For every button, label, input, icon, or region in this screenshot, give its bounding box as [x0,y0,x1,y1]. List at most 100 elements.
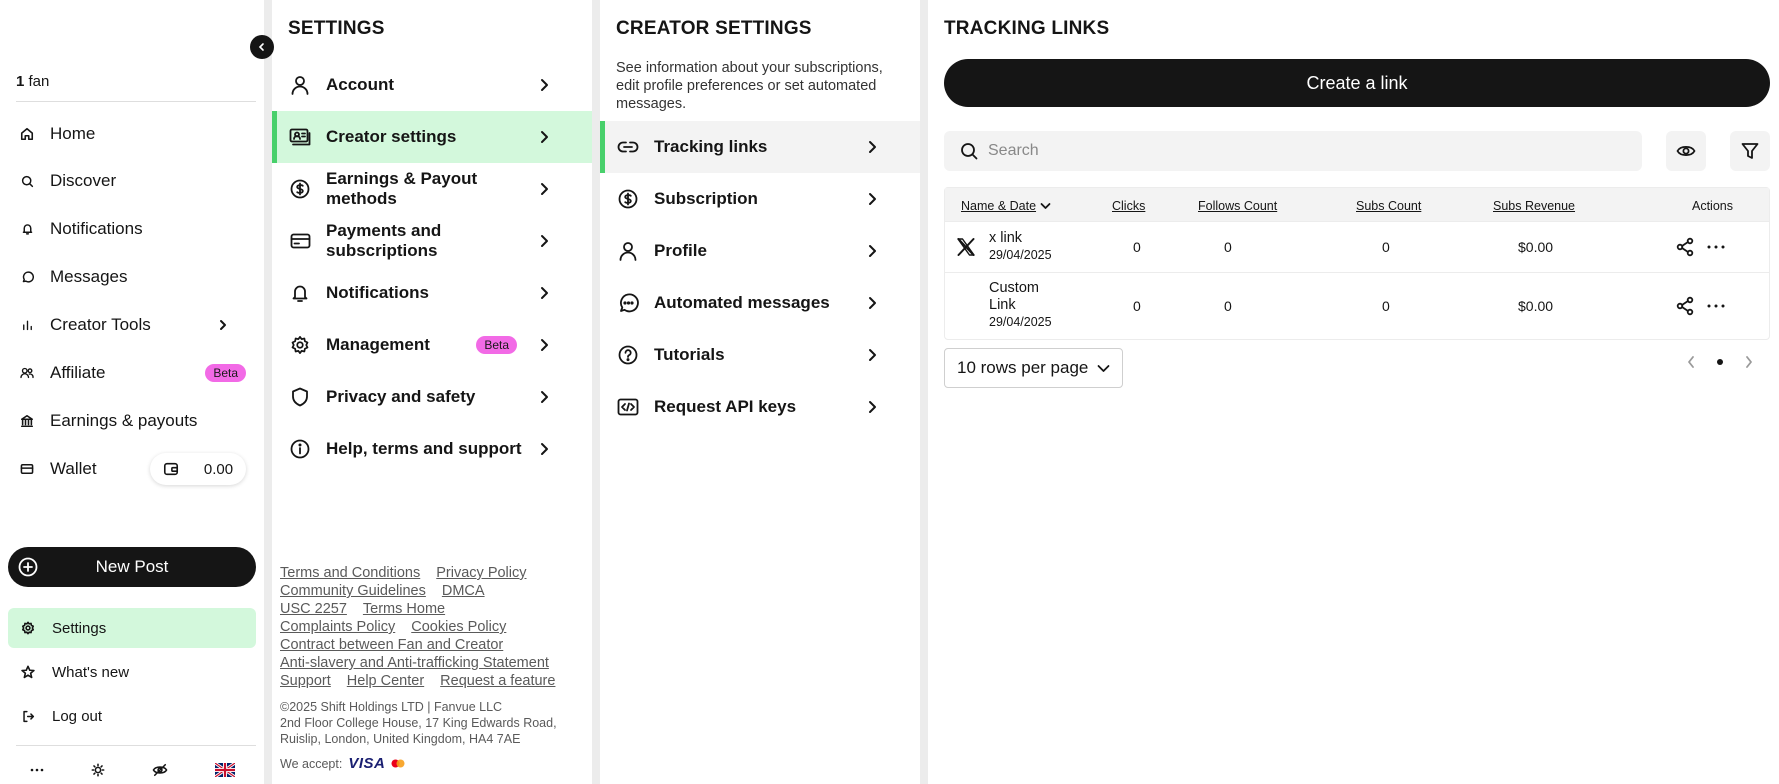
nav-item-home[interactable]: Home [0,110,264,157]
link-contract[interactable]: Contract between Fan and Creator [280,637,503,655]
pagination [1686,355,1754,369]
creator-settings-panel: CREATOR SETTINGS See information about y… [600,0,920,784]
settings-item-help-terms[interactable]: Help, terms and support [272,423,592,475]
creator-item-tracking-links[interactable]: Tracking links [600,121,920,173]
rows-per-page-select[interactable]: 10 rows per page [944,348,1123,388]
nav-label: Affiliate [50,363,106,382]
chevron-right-icon [861,348,883,362]
nav-item-settings[interactable]: Settings [8,608,256,648]
nav-item-earnings[interactable]: Earnings & payouts [0,397,264,445]
chevron-right-icon [533,442,555,456]
chat-bubble-icon [19,270,35,284]
gear-icon [289,335,311,355]
nav-item-discover[interactable]: Discover [0,157,264,205]
more-options-icon[interactable] [1707,304,1725,308]
menu-label: Automated messages [654,293,830,312]
nav-item-messages[interactable]: Messages [0,253,264,301]
nav-item-affiliate[interactable]: Affiliate Beta [0,349,264,397]
visibility-toggle-button[interactable] [1666,131,1706,171]
settings-title: SETTINGS [288,18,385,39]
creator-card-icon [289,128,311,146]
name-date-cell: Custom Link 29/04/2025 [989,280,1052,330]
visa-logo: VISA [348,755,386,772]
creator-item-profile[interactable]: Profile [600,225,920,277]
settings-item-earnings-payout[interactable]: Earnings & Payout methods [272,163,592,215]
link-cookies[interactable]: Cookies Policy [411,619,506,637]
search-box[interactable] [944,131,1642,171]
link-dmca[interactable]: DMCA [442,583,485,601]
link-antislavery[interactable]: Anti-slavery and Anti-trafficking Statem… [280,655,549,673]
plus-circle-icon [18,557,38,577]
more-options-icon[interactable] [1707,245,1725,249]
clicks-cell: 0 [1133,298,1141,314]
eye-off-icon[interactable] [152,763,168,777]
bar-chart-icon [19,319,35,331]
divider [16,745,256,746]
creator-item-request-api-keys[interactable]: Request API keys [600,381,920,433]
share-icon[interactable] [1675,237,1695,257]
chevron-right-icon [861,296,883,310]
page-dot-icon[interactable] [1716,358,1724,366]
settings-item-account[interactable]: Account [272,59,592,111]
settings-menu: Account Creator settings Earnings & Payo… [272,59,592,475]
new-post-button[interactable]: New Post [8,547,256,587]
more-dots-icon[interactable] [30,768,44,772]
nav-item-creator-tools[interactable]: Creator Tools [0,301,264,349]
nav-item-notifications[interactable]: Notifications [0,205,264,253]
link-name: Custom [989,280,1039,296]
create-link-button[interactable]: Create a link [944,59,1770,107]
settings-item-creator-settings[interactable]: Creator settings [272,111,592,163]
link-usc[interactable]: USC 2257 [280,601,347,619]
column-header-clicks[interactable]: Clicks [1112,199,1145,213]
subs-count-cell: 0 [1382,298,1390,314]
settings-item-management[interactable]: Management Beta [272,319,592,371]
creator-item-automated-messages[interactable]: Automated messages [600,277,920,329]
share-icon[interactable] [1675,296,1695,316]
fan-count[interactable]: 1 fan [16,73,49,90]
creator-item-tutorials[interactable]: Tutorials [600,329,920,381]
settings-item-notifications[interactable]: Notifications [272,267,592,319]
link-community[interactable]: Community Guidelines [280,583,426,601]
link-terms[interactable]: Terms and Conditions [280,565,420,583]
table-row[interactable]: Custom Link 29/04/2025 0 0 0 $0.00 [945,272,1769,339]
column-header-subs-revenue[interactable]: Subs Revenue [1493,199,1575,213]
chevron-right-icon[interactable] [1744,355,1754,369]
nav-item-logout[interactable]: Log out [8,696,256,736]
wallet-amount: 0.00 [203,460,234,478]
filter-button[interactable] [1730,131,1770,171]
bell-icon [289,283,311,303]
tracking-links-title: TRACKING LINKS [944,18,1110,39]
settings-item-payments-subscriptions[interactable]: Payments and subscriptions [272,215,592,267]
chevron-right-icon [861,192,883,206]
nav-label: Wallet [50,459,97,478]
settings-item-privacy-safety[interactable]: Privacy and safety [272,371,592,423]
search-input[interactable] [988,142,1588,160]
sun-icon[interactable] [91,763,105,777]
link-help-center[interactable]: Help Center [347,673,424,691]
chevron-left-icon[interactable] [1686,355,1696,369]
link-terms-home[interactable]: Terms Home [363,601,445,619]
column-header-name-date[interactable]: Name & Date [961,199,1051,213]
column-header-subs-count[interactable]: Subs Count [1356,199,1421,213]
wallet-balance[interactable]: 0.00 [150,453,246,485]
nav-label: Creator Tools [50,315,151,334]
creator-settings-description: See information about your subscriptions… [616,60,883,112]
subs-count-cell: 0 [1382,239,1390,255]
link-complaints[interactable]: Complaints Policy [280,619,395,637]
link-privacy[interactable]: Privacy Policy [436,565,526,583]
creator-item-subscription[interactable]: Subscription [600,173,920,225]
nav-item-wallet[interactable]: Wallet 0.00 [0,445,264,493]
chevron-right-icon [533,182,555,196]
table-row[interactable]: x link 29/04/2025 0 0 0 $0.00 [945,221,1769,272]
tracking-links-panel: TRACKING LINKS Create a link Name & Date… [928,0,1779,784]
uk-flag-icon[interactable] [214,763,235,777]
menu-label: Help, terms and support [326,439,522,458]
menu-label: Creator settings [326,127,457,146]
link-support[interactable]: Support [280,673,331,691]
collapse-sidebar-button[interactable] [250,35,274,59]
chevron-right-icon [861,244,883,258]
nav-item-whats-new[interactable]: What's new [8,652,256,692]
link-request-feature[interactable]: Request a feature [440,673,555,691]
column-header-follows[interactable]: Follows Count [1198,199,1277,213]
chevron-right-icon [533,338,555,352]
